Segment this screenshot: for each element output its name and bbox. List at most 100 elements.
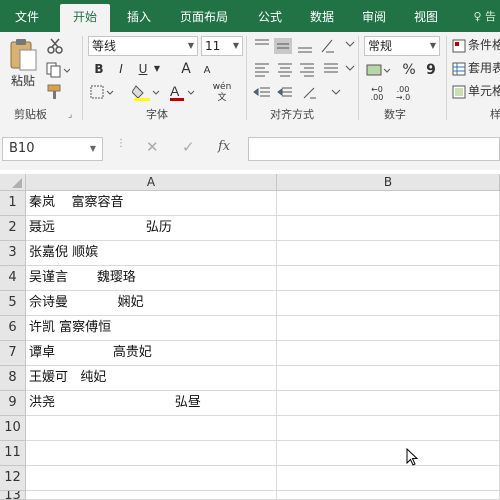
font-name-select[interactable]: 等线 ▼	[88, 36, 198, 56]
cell-b10[interactable]	[277, 416, 500, 441]
percent-button[interactable]: %	[400, 61, 418, 79]
copy-icon[interactable]	[46, 62, 71, 82]
underline-button[interactable]: U	[134, 60, 152, 78]
phonetic-label: wén	[212, 82, 232, 92]
formula-input[interactable]	[248, 137, 500, 161]
number-format-value: 常规	[368, 39, 393, 53]
row-header[interactable]: 5	[0, 291, 26, 316]
row-header[interactable]: 2	[0, 216, 26, 241]
enter-icon[interactable]: ✓	[182, 138, 195, 156]
cell-b12[interactable]	[277, 466, 500, 491]
decrease-decimal-button[interactable]: .00 →.0	[392, 86, 414, 102]
cell-b11[interactable]	[277, 441, 500, 466]
tab-review[interactable]: 审阅	[352, 4, 396, 32]
comma-style-button[interactable]: 9	[424, 61, 438, 79]
tab-data[interactable]: 数据	[300, 4, 344, 32]
align-top-icon[interactable]	[252, 36, 362, 60]
chevron-down-icon[interactable]: ▼	[152, 60, 162, 78]
cell-a3[interactable]: 张嘉倪 顺嫔	[26, 241, 277, 266]
row-header[interactable]: 10	[0, 416, 26, 441]
chevron-down-icon[interactable]: ▼	[90, 138, 96, 160]
grow-font-button[interactable]: A	[178, 60, 194, 78]
mouse-pointer-icon	[406, 447, 420, 472]
italic-button[interactable]: I	[112, 60, 130, 78]
indent-icon[interactable]	[252, 84, 362, 108]
phonetic-guide-button[interactable]: wén 文	[210, 82, 234, 104]
font-color-icon[interactable]: A	[168, 82, 198, 106]
conditional-format-button[interactable]: 条件格	[468, 36, 500, 54]
fill-color-icon[interactable]	[131, 82, 162, 106]
increase-decimal-button[interactable]: ←0.00	[366, 86, 388, 102]
cell-a4[interactable]: 吴谨言 魏璎珞	[26, 266, 277, 291]
tab-home[interactable]: 开始	[60, 4, 110, 32]
row-header[interactable]: 7	[0, 341, 26, 366]
cell-b2[interactable]	[277, 216, 500, 241]
cell-a1[interactable]: 秦岚 富察容音	[26, 191, 277, 216]
shrink-font-button[interactable]: A	[200, 62, 214, 80]
cell-a12[interactable]	[26, 466, 277, 491]
cell-styles-icon[interactable]	[452, 84, 466, 103]
align-left-icon[interactable]	[252, 60, 362, 84]
borders-icon[interactable]	[90, 84, 116, 104]
tab-view[interactable]: 视图	[404, 4, 448, 32]
row-header[interactable]: 11	[0, 441, 26, 466]
column-header-b[interactable]: B	[277, 174, 500, 191]
paste-button[interactable]: 粘贴	[8, 72, 38, 90]
tab-page-layout[interactable]: 页面布局	[170, 4, 238, 32]
tab-formulas[interactable]: 公式	[248, 4, 292, 32]
cell-b6[interactable]	[277, 316, 500, 341]
name-box-value: B10	[9, 141, 35, 156]
row-header[interactable]: 13	[0, 491, 26, 500]
more-icon: ⋮	[116, 138, 126, 149]
cell-a9[interactable]: 洪尧 弘昼	[26, 391, 277, 416]
row-header[interactable]: 4	[0, 266, 26, 291]
cell-a2[interactable]: 聂远 弘历	[26, 216, 277, 241]
cell-b8[interactable]	[277, 366, 500, 391]
cell-b7[interactable]	[277, 341, 500, 366]
divider	[358, 36, 359, 120]
name-box[interactable]: B10 ▼	[2, 137, 103, 161]
column-header-a[interactable]: A	[26, 174, 277, 191]
currency-icon[interactable]	[366, 62, 392, 84]
cell-a13[interactable]	[26, 491, 277, 500]
select-all-corner[interactable]	[0, 174, 26, 191]
cell-b5[interactable]	[277, 291, 500, 316]
cell-a5[interactable]: 佘诗曼 娴妃	[26, 291, 277, 316]
chevron-down-icon: ▼	[187, 41, 194, 50]
row-header[interactable]: 12	[0, 466, 26, 491]
bold-button[interactable]: B	[90, 60, 108, 78]
cell-b3[interactable]	[277, 241, 500, 266]
cut-icon[interactable]	[46, 38, 64, 58]
font-size-select[interactable]: 11 ▼	[201, 36, 243, 56]
cell-b1[interactable]	[277, 191, 500, 216]
cancel-icon[interactable]: ✕	[146, 138, 159, 156]
cell-a11[interactable]	[26, 441, 277, 466]
tell-me-search[interactable]: ♀ 告	[473, 8, 496, 24]
cell-b9[interactable]	[277, 391, 500, 416]
format-painter-icon[interactable]	[46, 84, 64, 104]
row-header[interactable]: 8	[0, 366, 26, 391]
cell-a8[interactable]: 王媛可 纯妃	[26, 366, 277, 391]
cell-a10[interactable]	[26, 416, 277, 441]
format-as-table-button[interactable]: 套用表	[468, 59, 500, 77]
row-header[interactable]: 3	[0, 241, 26, 266]
row-header[interactable]: 1	[0, 191, 26, 216]
tab-insert[interactable]: 插入	[114, 4, 164, 32]
insert-function-button[interactable]: fx	[218, 139, 230, 154]
tab-file[interactable]: 文件	[4, 4, 50, 32]
row-header[interactable]: 6	[0, 316, 26, 341]
cell-a7[interactable]: 谭卓 高贵妃	[26, 341, 277, 366]
row-header[interactable]: 9	[0, 391, 26, 416]
ribbon-tab-bar: 文件 开始 插入 页面布局 公式 数据 审阅 视图 ♀ 告	[0, 0, 500, 32]
dialog-launcher-icon[interactable]: ⌟	[68, 110, 72, 120]
cell-styles-button[interactable]: 单元格	[468, 82, 500, 100]
paste-icon[interactable]	[8, 38, 38, 72]
font-name-value: 等线	[92, 39, 117, 53]
chevron-down-icon: ▼	[232, 41, 239, 50]
cell-b13[interactable]	[277, 491, 500, 500]
number-format-select[interactable]: 常规 ▼	[364, 36, 440, 56]
conditional-format-icon[interactable]	[452, 38, 466, 57]
cell-b4[interactable]	[277, 266, 500, 291]
format-as-table-icon[interactable]	[452, 61, 466, 80]
cell-a6[interactable]: 许凯 富察傅恒	[26, 316, 277, 341]
